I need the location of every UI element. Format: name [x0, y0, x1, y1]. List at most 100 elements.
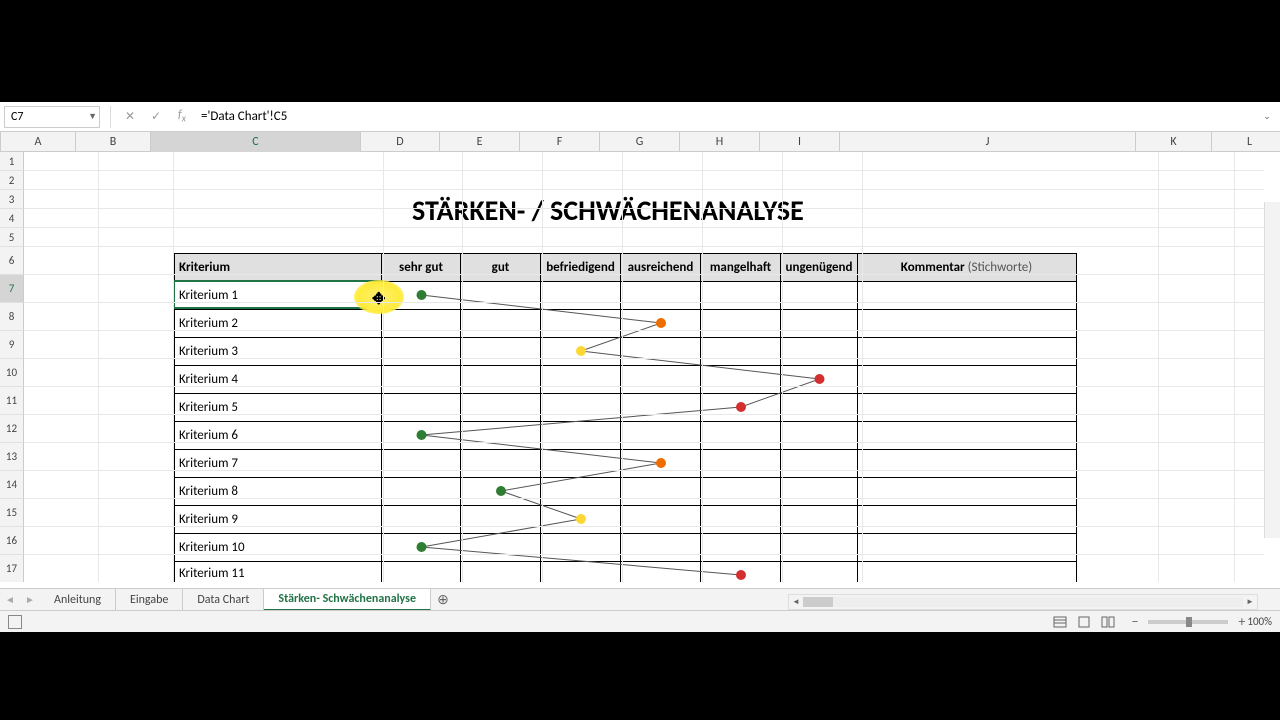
kriterium-cell[interactable]: Kriterium 8: [175, 478, 382, 505]
kriterium-cell[interactable]: Kriterium 10: [175, 534, 382, 561]
rating-cell[interactable]: [621, 506, 701, 533]
zoom-in-button[interactable]: +: [1238, 613, 1245, 630]
rating-cell[interactable]: [382, 366, 461, 393]
rating-cell[interactable]: [541, 310, 621, 337]
row-header[interactable]: 2: [0, 171, 24, 190]
rating-cell[interactable]: [781, 394, 858, 421]
rating-cell[interactable]: [541, 366, 621, 393]
zoom-level[interactable]: 100%: [1247, 615, 1272, 628]
rating-cell[interactable]: [781, 478, 858, 505]
row-header[interactable]: 14: [0, 471, 24, 499]
rating-cell[interactable]: [382, 310, 461, 337]
rating-cell[interactable]: [461, 450, 541, 477]
scroll-thumb[interactable]: [803, 597, 833, 607]
chevron-down-icon[interactable]: ▼: [88, 111, 97, 122]
rating-cell[interactable]: [382, 338, 461, 365]
rating-cell[interactable]: [461, 310, 541, 337]
kommentar-cell[interactable]: [858, 338, 1075, 365]
kriterium-cell[interactable]: Kriterium 5: [175, 394, 382, 421]
rating-cell[interactable]: [701, 394, 781, 421]
kommentar-cell[interactable]: [858, 506, 1075, 533]
rating-cell[interactable]: [541, 422, 621, 449]
row-header[interactable]: 5: [0, 228, 24, 247]
rating-cell[interactable]: [382, 450, 461, 477]
column-header[interactable]: A: [1, 132, 76, 152]
kriterium-cell[interactable]: Kriterium 6: [175, 422, 382, 449]
rating-cell[interactable]: [382, 478, 461, 505]
rating-cell[interactable]: [541, 282, 621, 309]
table-row[interactable]: Kriterium 2: [175, 310, 1076, 338]
rating-cell[interactable]: [621, 366, 701, 393]
rating-cell[interactable]: [701, 422, 781, 449]
fx-icon[interactable]: fx: [173, 108, 191, 126]
row-header[interactable]: 15: [0, 499, 24, 527]
grid-area[interactable]: 1234567891011121314151617 STÄRKEN- / SCH…: [0, 152, 1280, 582]
row-header[interactable]: 11: [0, 387, 24, 415]
rating-cell[interactable]: [621, 310, 701, 337]
kommentar-cell[interactable]: [858, 282, 1075, 309]
zoom-out-button[interactable]: −: [1131, 613, 1138, 630]
rating-cell[interactable]: [621, 450, 701, 477]
cancel-icon[interactable]: ✕: [121, 108, 139, 126]
kommentar-cell[interactable]: [858, 394, 1075, 421]
rating-cell[interactable]: [701, 506, 781, 533]
column-header[interactable]: F: [520, 132, 600, 152]
rating-cell[interactable]: [461, 506, 541, 533]
vertical-scrollbar[interactable]: [1264, 202, 1280, 538]
row-header[interactable]: 8: [0, 303, 24, 331]
rating-cell[interactable]: [541, 478, 621, 505]
table-row[interactable]: Kriterium 3: [175, 338, 1076, 366]
rating-cell[interactable]: [621, 394, 701, 421]
sheet-tab[interactable]: Stärken- Schwächenanalyse: [264, 589, 431, 611]
rating-cell[interactable]: [701, 478, 781, 505]
kommentar-cell[interactable]: [858, 534, 1075, 561]
scroll-left-icon[interactable]: ◄: [789, 595, 803, 609]
rating-cell[interactable]: [461, 366, 541, 393]
column-header[interactable]: H: [680, 132, 760, 152]
macro-record-icon[interactable]: [8, 615, 22, 629]
row-header[interactable]: 17: [0, 555, 24, 582]
column-header[interactable]: G: [600, 132, 680, 152]
rating-cell[interactable]: [621, 534, 701, 561]
kommentar-cell[interactable]: [858, 478, 1075, 505]
rating-cell[interactable]: [621, 478, 701, 505]
rating-cell[interactable]: [781, 422, 858, 449]
tab-nav-prev-icon[interactable]: ◄: [0, 590, 20, 610]
rating-cell[interactable]: [461, 422, 541, 449]
page-layout-view-button[interactable]: [1073, 613, 1095, 631]
column-header[interactable]: K: [1136, 132, 1212, 152]
kriterium-cell[interactable]: Kriterium 7: [175, 450, 382, 477]
table-row[interactable]: Kriterium 10: [175, 534, 1076, 562]
rating-cell[interactable]: [701, 282, 781, 309]
table-row[interactable]: Kriterium 7: [175, 450, 1076, 478]
table-row[interactable]: Kriterium 6: [175, 422, 1076, 450]
rating-cell[interactable]: [621, 282, 701, 309]
rating-cell[interactable]: [382, 562, 461, 582]
sheet-tab[interactable]: Data Chart: [183, 589, 264, 611]
rating-cell[interactable]: [781, 310, 858, 337]
kommentar-cell[interactable]: [858, 366, 1075, 393]
rating-cell[interactable]: [781, 562, 858, 582]
formula-input[interactable]: [195, 106, 1258, 128]
zoom-slider[interactable]: [1148, 620, 1228, 624]
kriterium-cell[interactable]: Kriterium 11: [175, 562, 382, 582]
row-header[interactable]: 16: [0, 527, 24, 555]
rating-cell[interactable]: [621, 562, 701, 582]
table-row[interactable]: Kriterium 5: [175, 394, 1076, 422]
rating-cell[interactable]: [621, 338, 701, 365]
rating-cell[interactable]: [541, 506, 621, 533]
row-header[interactable]: 13: [0, 443, 24, 471]
select-all-corner[interactable]: [0, 132, 1, 152]
column-header[interactable]: E: [440, 132, 520, 152]
rating-cell[interactable]: [781, 450, 858, 477]
rating-cell[interactable]: [701, 310, 781, 337]
table-row[interactable]: Kriterium 1: [175, 282, 1076, 310]
rating-cell[interactable]: [541, 394, 621, 421]
row-header[interactable]: 9: [0, 331, 24, 359]
kriterium-cell[interactable]: Kriterium 9: [175, 506, 382, 533]
rating-cell[interactable]: [781, 534, 858, 561]
rating-cell[interactable]: [461, 338, 541, 365]
row-header[interactable]: 1: [0, 152, 24, 171]
table-row[interactable]: Kriterium 4: [175, 366, 1076, 394]
expand-formula-icon[interactable]: ⌄: [1258, 108, 1276, 126]
